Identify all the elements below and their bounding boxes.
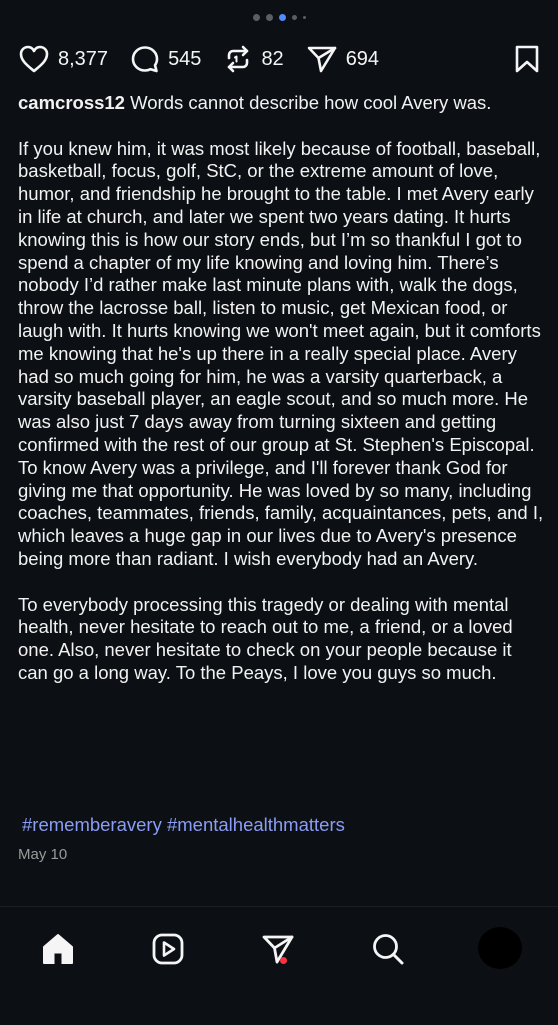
- post-caption: camcross12 Words cannot describe how coo…: [18, 92, 546, 708]
- nav-messages[interactable]: [260, 931, 296, 967]
- nav-home[interactable]: [40, 931, 76, 967]
- repost-icon: [223, 44, 253, 74]
- comment-bubble-icon: [130, 44, 160, 74]
- comment-count: 545: [168, 47, 202, 70]
- bottom-navigation: [0, 906, 558, 1025]
- username-link[interactable]: camcross12: [18, 92, 125, 113]
- caption-paragraph-1: If you knew him, it was most likely beca…: [18, 137, 544, 569]
- post-date: May 10: [18, 846, 68, 863]
- reels-icon: [150, 931, 186, 967]
- like-button[interactable]: 8,377: [18, 44, 108, 74]
- profile-avatar[interactable]: [478, 927, 522, 969]
- caption-intro: Words cannot describe how cool Avery was…: [130, 92, 492, 113]
- comment-button[interactable]: 545: [130, 44, 201, 74]
- share-count: 694: [345, 47, 380, 70]
- home-icon: [40, 931, 76, 967]
- nav-search[interactable]: [370, 931, 406, 967]
- carousel-dot: [291, 15, 297, 20]
- carousel-dot: [265, 14, 273, 21]
- hashtags[interactable]: #rememberavery #mentalhealthmatters: [22, 814, 345, 836]
- carousel-indicator: [0, 14, 558, 21]
- save-button[interactable]: [514, 44, 540, 74]
- repost-count: 82: [261, 47, 284, 70]
- nav-reels[interactable]: [150, 931, 186, 967]
- bookmark-icon: [514, 44, 540, 74]
- carousel-dot: [302, 16, 306, 19]
- caption-first-line: camcross12 Words cannot describe how coo…: [18, 92, 546, 115]
- heart-icon: [18, 44, 50, 74]
- paper-plane-icon: [306, 44, 338, 74]
- repost-button[interactable]: 82: [223, 44, 284, 74]
- carousel-dot: [252, 14, 260, 21]
- like-count: 8,377: [58, 47, 109, 70]
- share-button[interactable]: 694: [306, 44, 379, 74]
- carousel-dot-active: [278, 14, 286, 21]
- notification-dot: [280, 957, 287, 964]
- post-actions-bar: 8,377 545 82 694: [18, 40, 540, 78]
- paper-plane-icon: [260, 931, 296, 967]
- caption-paragraph-2: To everybody processing this tragedy or …: [18, 593, 513, 683]
- search-icon: [370, 931, 406, 967]
